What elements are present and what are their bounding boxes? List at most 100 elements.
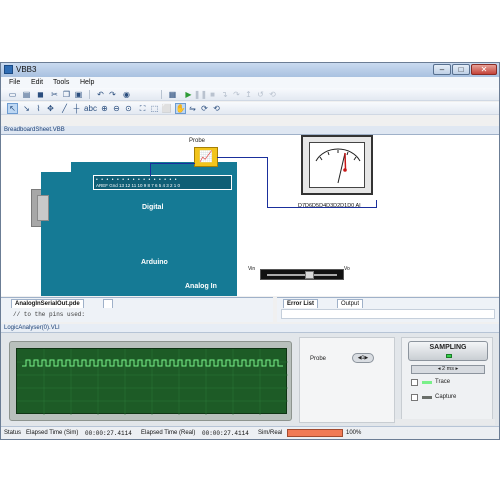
pause-icon[interactable]: ❚❚ <box>194 89 207 100</box>
trace-color-swatch <box>422 381 432 384</box>
trace-checkbox[interactable] <box>411 379 418 386</box>
minimize-button[interactable]: – <box>433 64 451 75</box>
sampling-label: SAMPLING <box>429 344 467 351</box>
cut-icon[interactable]: ✂ <box>49 89 60 100</box>
rotate-ccw-icon[interactable]: ⟲ <box>211 103 222 114</box>
window-title: VBB3 <box>16 65 37 74</box>
close-button[interactable]: ✕ <box>471 64 497 75</box>
scope-bezel <box>9 341 292 421</box>
status-bar: Status Elapsed Time (Sim) 00:00:27.4114 … <box>1 426 499 439</box>
rotate-icon[interactable]: ⟳ <box>199 103 210 114</box>
error-list-body[interactable] <box>281 309 495 319</box>
potentiometer-slider[interactable] <box>260 269 344 280</box>
toolbar-separator <box>89 90 90 99</box>
menu-edit[interactable]: Edit <box>31 79 43 86</box>
tab-error-list[interactable]: Error List <box>283 299 319 308</box>
tab-code-file[interactable]: AnalogInSerialOut.pde <box>11 299 84 308</box>
wire <box>217 157 267 158</box>
probe-label: Probe <box>189 138 206 144</box>
zoom-out-icon[interactable]: ⊖ <box>111 103 122 114</box>
copy-icon[interactable]: ❐ <box>61 89 72 100</box>
undo-icon[interactable]: ↶ <box>95 89 106 100</box>
zoom-page-icon[interactable]: ⬚ <box>149 103 160 114</box>
app-icon <box>4 65 13 74</box>
probe-panel-label: Probe <box>310 356 327 362</box>
breadboard-sheet[interactable]: •••••••••••••••• AREF Gnd 13 12 11 10 9 … <box>1 135 499 296</box>
junction-icon[interactable]: ┼ <box>71 103 82 114</box>
pointer-icon[interactable]: ↖ <box>7 103 18 114</box>
code-tab-close-icon[interactable] <box>103 299 113 308</box>
meter-needle-icon <box>315 148 361 184</box>
tab-output[interactable]: Output <box>337 299 364 308</box>
usb-port <box>37 195 49 221</box>
play-icon[interactable]: ▶ <box>183 89 194 100</box>
scope-display[interactable] <box>16 348 288 415</box>
select-area-icon[interactable]: ⬜ <box>161 103 172 114</box>
redo-icon[interactable]: ↷ <box>107 89 118 100</box>
reset-icon[interactable]: ⟲ <box>267 89 278 100</box>
wire <box>376 200 377 208</box>
probe-component[interactable]: 📈 <box>194 147 218 167</box>
breakpoint-icon[interactable]: ◉ <box>121 89 132 100</box>
panel-scrollbar[interactable] <box>395 419 495 425</box>
sample-rate-value: 2 ms <box>442 366 454 372</box>
logic-analyser-panel: Probe ◀1▶ SAMPLING ◂ 2 ms ▸ Trace Captur… <box>1 333 499 426</box>
title-bar: VBB3 – □ ✕ <box>1 63 499 77</box>
zoom-fit-icon[interactable]: ⛶ <box>137 103 148 114</box>
move-icon[interactable]: ✥ <box>45 103 56 114</box>
sampling-button[interactable]: SAMPLING <box>408 341 488 361</box>
build-icon[interactable]: ▦ <box>167 89 178 100</box>
stop-icon[interactable]: ■ <box>207 89 218 100</box>
header-pin-labels: AREF Gnd 13 12 11 10 9 8 7 6 5 4 3 2 1 0 <box>96 183 180 188</box>
sampling-panel: SAMPLING ◂ 2 ms ▸ Trace Capture <box>401 337 493 423</box>
sim-real-progress-bar <box>287 429 343 437</box>
main-toolbar: ▭ ▤ ◼ ✂ ❐ ▣ ↶ ↷ ◉ ▦ ▶ ❚❚ ■ ↴ ↷ ↥ ↺ ⟲ <box>1 88 499 101</box>
menu-file[interactable]: File <box>9 79 20 86</box>
maximize-button[interactable]: □ <box>452 64 470 75</box>
step-out-icon[interactable]: ↥ <box>243 89 254 100</box>
logic-analyser-title: LogicAnalyser(0).VLI <box>4 325 60 331</box>
status-label: Status <box>4 430 22 436</box>
chevron-right-icon[interactable]: ▸ <box>454 366 458 372</box>
step-into-icon[interactable]: ↴ <box>219 89 230 100</box>
voltmeter[interactable] <box>301 135 373 195</box>
zoom-in-icon[interactable]: ⊕ <box>99 103 110 114</box>
board-digital-label: Digital <box>142 204 164 211</box>
elapsed-sim-value: 00:00:27.4114 <box>85 430 132 437</box>
node-icon[interactable]: ⌇ <box>33 103 44 114</box>
code-line[interactable]: // to the pins used: <box>13 311 85 318</box>
sampling-led <box>446 354 452 358</box>
probe-chart-icon: 📈 <box>199 151 213 163</box>
hand-icon[interactable]: ✋ <box>175 103 186 114</box>
wire <box>267 157 268 207</box>
restart-icon[interactable]: ↺ <box>255 89 266 100</box>
probe-stepper[interactable]: ◀1▶ <box>352 353 374 363</box>
menu-bar: File Edit Tools Help <box>1 77 499 88</box>
new-icon[interactable]: ▭ <box>7 89 18 100</box>
capture-color-swatch <box>422 396 432 399</box>
elapsed-real-value: 00:00:27.4114 <box>202 430 249 437</box>
drawing-toolbar: ↖ ↘ ⌇ ✥ ╱ ┼ abc ⊕ ⊖ ⊙ ⛶ ⬚ ⬜ ✋ ⇋ ⟳ ⟲ <box>1 102 499 115</box>
digital-header[interactable]: •••••••••••••••• AREF Gnd 13 12 11 10 9 … <box>93 175 232 190</box>
menu-help[interactable]: Help <box>80 79 94 86</box>
toolbar-separator <box>161 90 162 99</box>
app-window: VBB3 – □ ✕ File Edit Tools Help ▭ ▤ ◼ ✂ … <box>0 62 500 440</box>
open-icon[interactable]: ▤ <box>21 89 32 100</box>
menu-tools[interactable]: Tools <box>53 79 69 86</box>
flip-icon[interactable]: ⇋ <box>187 103 198 114</box>
error-pane: Error List Output <box>277 297 499 322</box>
zoom-area-icon[interactable]: ⊙ <box>123 103 134 114</box>
text-icon[interactable]: abc <box>84 103 97 114</box>
line-icon[interactable]: ╱ <box>59 103 70 114</box>
scope-trace <box>17 349 288 415</box>
slider-track <box>267 274 337 276</box>
sample-rate-selector[interactable]: ◂ 2 ms ▸ <box>411 365 485 374</box>
step-over-icon[interactable]: ↷ <box>231 89 242 100</box>
slider-thumb[interactable] <box>305 271 314 279</box>
save-icon[interactable]: ◼ <box>35 89 46 100</box>
chevron-right-icon[interactable]: ▶ <box>364 355 368 361</box>
capture-checkbox[interactable] <box>411 394 418 401</box>
wire-icon[interactable]: ↘ <box>21 103 32 114</box>
paste-icon[interactable]: ▣ <box>73 89 84 100</box>
document-tab[interactable]: BreadboardSheet.VBB <box>1 126 499 135</box>
